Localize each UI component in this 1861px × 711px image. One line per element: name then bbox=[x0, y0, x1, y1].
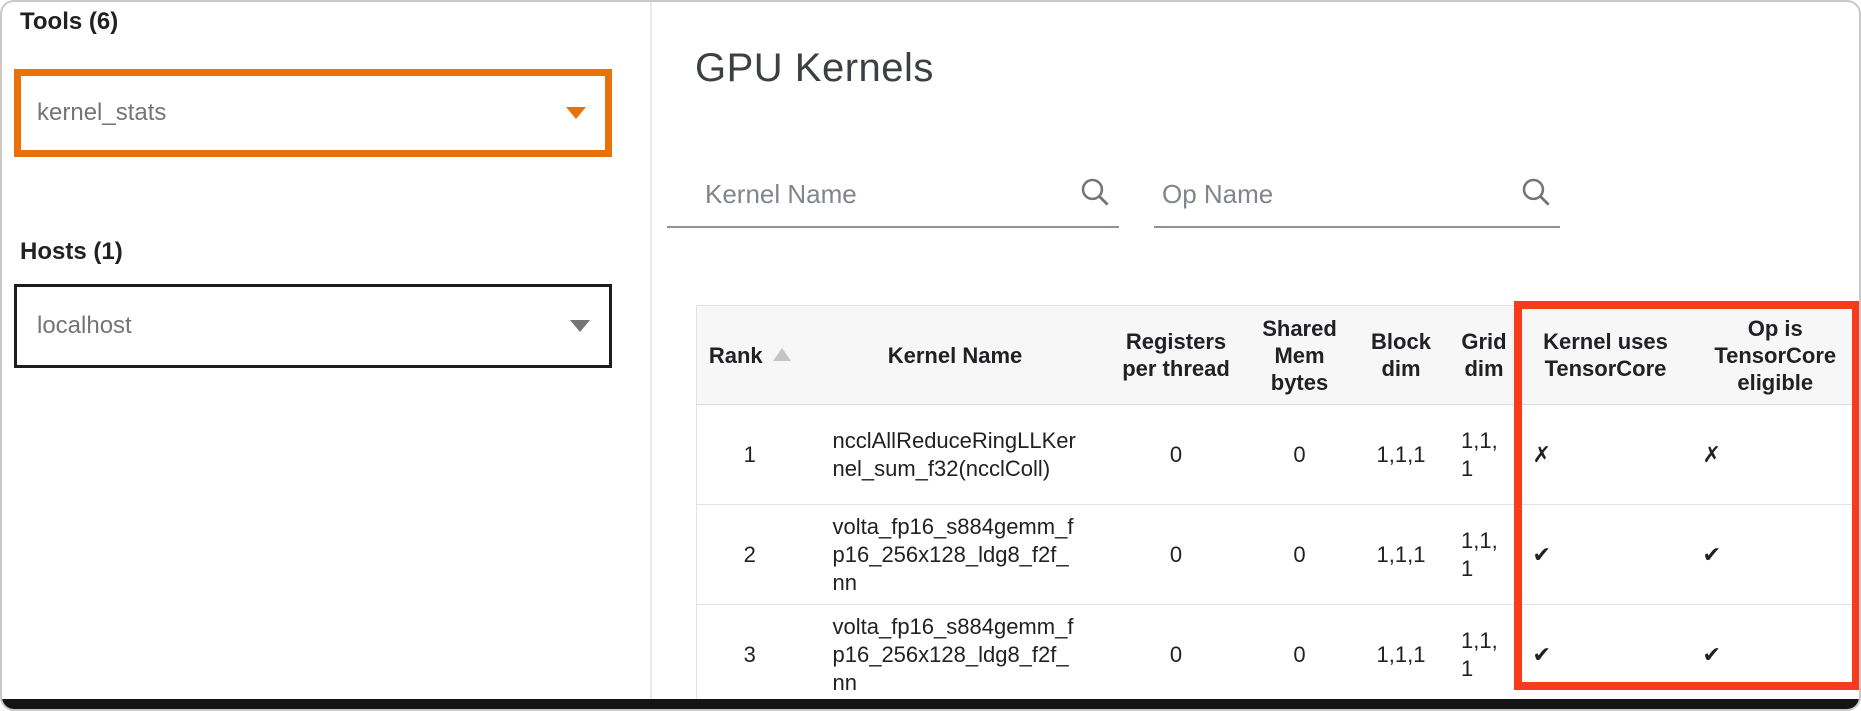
kernel-name-input[interactable] bbox=[667, 179, 1077, 210]
profiler-screen: Tools (6) kernel_stats Hosts (1) localho… bbox=[0, 0, 1861, 711]
block-dim-cell: 1,1,1 bbox=[1355, 505, 1448, 605]
column-header-grid-dim[interactable]: Grid dim bbox=[1448, 306, 1521, 405]
column-header-op-tensorcore-eligible[interactable]: Op is TensorCore eligible bbox=[1691, 306, 1861, 405]
block-dim-cell: 1,1,1 bbox=[1355, 605, 1448, 705]
kernel-name-filter bbox=[667, 162, 1119, 228]
grid-dim-cell: 1,1,1 bbox=[1448, 505, 1521, 605]
shared-mem-cell: 0 bbox=[1245, 405, 1355, 505]
table-row[interactable]: 3 volta_fp16_s884gemm_fp16_256x128_ldg8_… bbox=[697, 605, 1861, 705]
search-icon bbox=[1077, 174, 1113, 210]
table-row[interactable]: 1 ncclAllReduceRingLLKernel_sum_f32(nccl… bbox=[697, 405, 1861, 505]
column-header-block-dim[interactable]: Block dim bbox=[1355, 306, 1448, 405]
search-icon bbox=[1518, 174, 1554, 210]
sort-ascending-icon bbox=[773, 348, 791, 361]
dropdown-arrow-icon bbox=[566, 107, 586, 119]
kernel-name-cell: volta_fp16_s884gemm_fp16_256x128_ldg8_f2… bbox=[803, 605, 1108, 705]
op-name-input[interactable] bbox=[1154, 179, 1518, 210]
bottom-bar bbox=[2, 699, 1859, 709]
rank-cell: 3 bbox=[697, 605, 803, 705]
op-tensorcore-eligible-cell: ✔ bbox=[1691, 605, 1861, 705]
shared-mem-cell: 0 bbox=[1245, 505, 1355, 605]
hosts-select[interactable]: localhost bbox=[14, 284, 612, 368]
block-dim-cell: 1,1,1 bbox=[1355, 405, 1448, 505]
column-header-registers-per-thread[interactable]: Registers per thread bbox=[1108, 306, 1245, 405]
rank-cell: 2 bbox=[697, 505, 803, 605]
hosts-label: Hosts (1) bbox=[20, 238, 123, 266]
gpu-kernels-table: Rank Kernel Name Registers per thread Sh… bbox=[696, 305, 1861, 705]
column-header-rank[interactable]: Rank bbox=[697, 306, 803, 405]
op-tensorcore-eligible-cell: ✔ bbox=[1691, 505, 1861, 605]
registers-cell: 0 bbox=[1108, 605, 1245, 705]
hosts-select-value: localhost bbox=[37, 312, 132, 340]
column-header-kernel-uses-tensorcore[interactable]: Kernel uses TensorCore bbox=[1521, 306, 1691, 405]
column-header-rank-label: Rank bbox=[709, 343, 763, 368]
tools-select-value: kernel_stats bbox=[37, 99, 166, 127]
rank-cell: 1 bbox=[697, 405, 803, 505]
page-title: GPU Kernels bbox=[695, 46, 934, 91]
registers-cell: 0 bbox=[1108, 505, 1245, 605]
op-name-filter bbox=[1154, 162, 1560, 228]
op-tensorcore-eligible-cell: ✗ bbox=[1691, 405, 1861, 505]
column-header-shared-mem-bytes[interactable]: Shared Mem bytes bbox=[1245, 306, 1355, 405]
table-row[interactable]: 2 volta_fp16_s884gemm_fp16_256x128_ldg8_… bbox=[697, 505, 1861, 605]
grid-dim-cell: 1,1,1 bbox=[1448, 605, 1521, 705]
kernel-name-cell: volta_fp16_s884gemm_fp16_256x128_ldg8_f2… bbox=[803, 505, 1108, 605]
kernel-uses-tensorcore-cell: ✔ bbox=[1521, 505, 1691, 605]
grid-dim-cell: 1,1,1 bbox=[1448, 405, 1521, 505]
tools-select[interactable]: kernel_stats bbox=[14, 69, 612, 157]
sidebar-divider bbox=[650, 2, 652, 711]
kernel-uses-tensorcore-cell: ✔ bbox=[1521, 605, 1691, 705]
kernel-name-cell: ncclAllReduceRingLLKernel_sum_f32(ncclCo… bbox=[803, 405, 1108, 505]
dropdown-arrow-icon bbox=[570, 320, 590, 332]
registers-cell: 0 bbox=[1108, 405, 1245, 505]
kernel-uses-tensorcore-cell: ✗ bbox=[1521, 405, 1691, 505]
shared-mem-cell: 0 bbox=[1245, 605, 1355, 705]
tools-label: Tools (6) bbox=[20, 8, 118, 36]
column-header-kernel-name[interactable]: Kernel Name bbox=[803, 306, 1108, 405]
table-header-row: Rank Kernel Name Registers per thread Sh… bbox=[697, 306, 1861, 405]
